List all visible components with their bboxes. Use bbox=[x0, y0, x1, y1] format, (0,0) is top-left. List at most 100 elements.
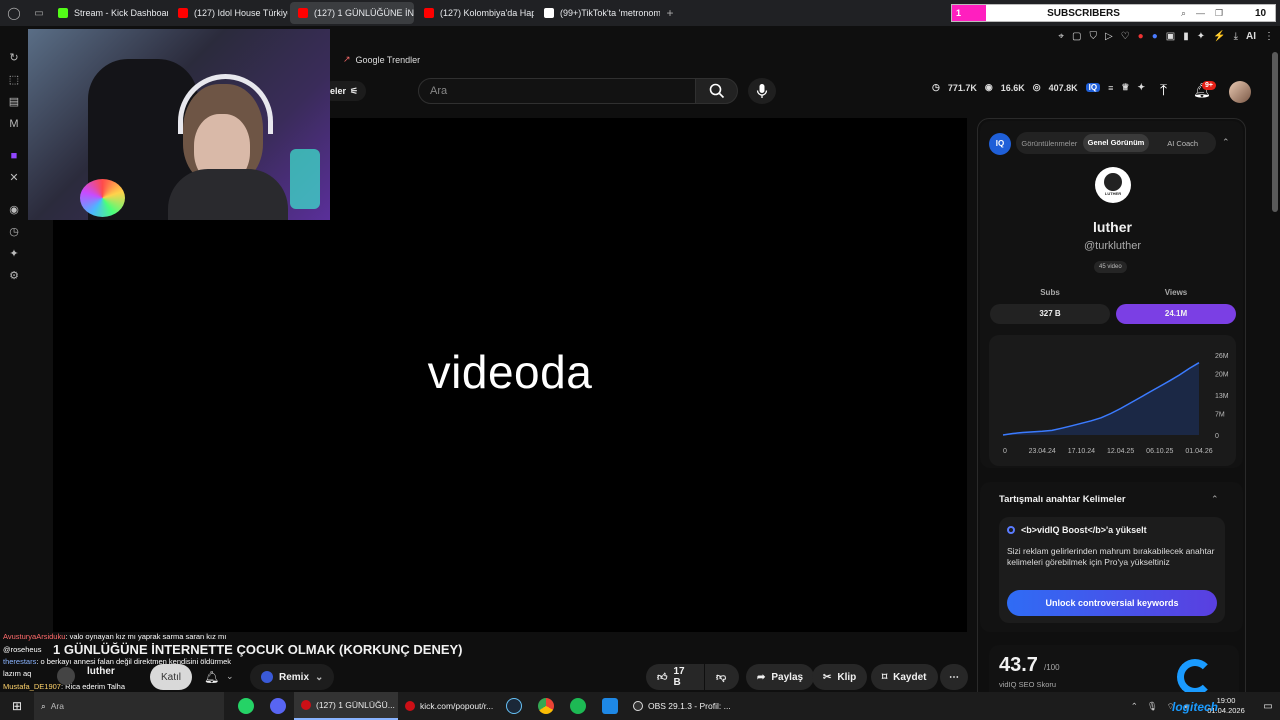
clip-button[interactable]: ✂ Klip bbox=[812, 664, 868, 690]
tab-ai-coach[interactable]: AI Coach bbox=[1149, 139, 1216, 148]
taskbar-search[interactable]: ⌕ Ara bbox=[34, 692, 224, 720]
discord-icon[interactable] bbox=[270, 698, 286, 714]
heart-icon[interactable]: ♡ bbox=[1121, 31, 1130, 42]
vidiq-badge-icon[interactable]: IQ bbox=[1085, 83, 1101, 92]
more-icon[interactable]: ⋮ bbox=[1264, 31, 1274, 42]
tab-overview[interactable]: Genel Görünüm bbox=[1082, 134, 1150, 152]
shield-icon[interactable]: ⛉ bbox=[1090, 31, 1098, 42]
views-toggle[interactable]: 24.1M bbox=[1116, 304, 1236, 324]
like-button[interactable]: 👍︎ 17 B bbox=[646, 664, 704, 690]
browser-tab[interactable]: (127) Idol House Türkiye - bbox=[170, 2, 288, 24]
browser-logo-icon[interactable]: ◯ bbox=[0, 6, 28, 20]
ai-button[interactable]: AI bbox=[1246, 31, 1256, 42]
y-tick-label: 0 bbox=[1215, 433, 1219, 440]
taskbar-item-obs[interactable]: OBS 29.1.3 - Profil: ... bbox=[626, 692, 731, 720]
extensions-icon[interactable]: ✦ bbox=[7, 247, 21, 261]
chevron-down-icon: ⌄ bbox=[315, 671, 324, 683]
remix-button[interactable]: Remix ⌄ bbox=[250, 664, 335, 690]
bookmark-google-trends[interactable]: ↗ Google Trendler bbox=[343, 54, 420, 65]
tab-label: (99+)TikTok'ta 'metronom bbox=[560, 8, 660, 18]
gallery-icon[interactable]: ▤ bbox=[7, 95, 21, 109]
browser-sidebar: ↻ ⬚ ▤ M ■ ✕ ◉ ◷ ✦ ⚙ bbox=[0, 46, 28, 296]
list-icon[interactable]: ≡ bbox=[1108, 83, 1113, 93]
search-input[interactable]: Ara bbox=[418, 78, 696, 104]
spotify-icon[interactable] bbox=[570, 698, 586, 714]
new-tab-button[interactable]: + bbox=[660, 6, 680, 20]
join-button[interactable]: Katıl bbox=[150, 664, 193, 690]
steam-icon[interactable] bbox=[506, 698, 522, 714]
save-button[interactable]: ⌑ Kaydet bbox=[871, 664, 938, 690]
avatar[interactable] bbox=[1229, 81, 1251, 103]
more-actions-button[interactable]: ⋯ bbox=[940, 664, 968, 690]
page-scrollbar[interactable] bbox=[1272, 52, 1278, 212]
chat-message: @roseheus bbox=[3, 645, 41, 654]
video-count-badge: 45 video bbox=[1094, 261, 1127, 273]
upload-icon[interactable]: ⤒ bbox=[1160, 82, 1167, 100]
share-button[interactable]: ➦ Paylaş bbox=[746, 664, 815, 690]
mic-icon[interactable]: 🎙︎ bbox=[1147, 701, 1158, 712]
notifications-icon[interactable]: ▭ bbox=[1256, 701, 1280, 712]
clock-icon[interactable]: ◷ bbox=[7, 225, 21, 239]
play-icon[interactable]: ▷ bbox=[1105, 31, 1113, 42]
unlock-keywords-button[interactable]: Unlock controversial keywords bbox=[1007, 590, 1217, 616]
puzzle-icon[interactable]: ✦ bbox=[1197, 31, 1205, 42]
stat-views-now: 16.6K bbox=[1000, 82, 1025, 93]
chrome-icon[interactable] bbox=[538, 698, 554, 714]
taskbar-item-kick[interactable]: kick.com/popout/r... bbox=[398, 692, 498, 720]
vpn-icon[interactable]: ● bbox=[1152, 31, 1158, 42]
video-overlay-text: videoda bbox=[427, 346, 593, 398]
webcam-overlay bbox=[28, 29, 330, 220]
browser-tab[interactable]: Stream - Kick Dashboard bbox=[50, 2, 168, 24]
tab-overview-icon[interactable]: ▭ bbox=[28, 8, 50, 19]
pin-icon[interactable]: ⌖ bbox=[1058, 31, 1064, 42]
search-button[interactable] bbox=[695, 78, 738, 104]
record-icon[interactable]: ● bbox=[1138, 31, 1144, 42]
tab-views[interactable]: Görüntülenmeler bbox=[1016, 139, 1083, 148]
taskbar-item-opera[interactable]: (127) 1 GÜNLÜĞÜ... bbox=[294, 692, 398, 720]
chat-username: @roseheus bbox=[3, 645, 42, 654]
play-circle-icon[interactable]: ◉ bbox=[7, 203, 21, 217]
x-icon[interactable]: ✕ bbox=[7, 171, 21, 185]
dislike-button[interactable]: 👎︎ bbox=[705, 664, 739, 690]
twitch-icon[interactable]: ■ bbox=[7, 149, 21, 163]
collapse-icon[interactable]: ⌃ bbox=[1222, 137, 1230, 148]
minimize-icon[interactable]: — bbox=[1196, 8, 1205, 18]
crop-icon[interactable]: ▢ bbox=[1072, 31, 1081, 42]
start-menu-icon[interactable]: ⊞ bbox=[0, 692, 34, 720]
browser-tab[interactable]: (127) Kolombiya'da Hapish bbox=[416, 2, 534, 24]
voice-search-button[interactable] bbox=[748, 78, 776, 104]
taskbar-item-label: OBS 29.1.3 - Profil: ... bbox=[648, 701, 731, 711]
stat-total: 407.8K bbox=[1048, 82, 1078, 93]
collapse-icon[interactable]: ⌃ bbox=[1211, 494, 1219, 505]
chevron-up-icon[interactable]: ⌃ bbox=[1131, 701, 1138, 712]
restore-icon[interactable]: ❐ bbox=[1215, 8, 1223, 19]
x-tick-label: 17.10.24 bbox=[1068, 448, 1095, 455]
sparkle-icon[interactable]: ✦ bbox=[1137, 82, 1145, 93]
search-icon[interactable]: ⌕ bbox=[1181, 8, 1186, 19]
mail-icon[interactable]: M bbox=[7, 117, 21, 131]
views-label: Views bbox=[1164, 288, 1188, 297]
chat-message: therestars: o berkayı annesi falan değil… bbox=[3, 657, 231, 666]
channel-avatar[interactable] bbox=[57, 667, 75, 685]
box-icon[interactable]: ⬚ bbox=[7, 73, 21, 87]
clip-label: Klip bbox=[837, 671, 857, 683]
trophy-icon[interactable]: ♕ bbox=[1121, 82, 1129, 93]
settings-icon[interactable]: ⚙ bbox=[7, 269, 21, 283]
bell-icon[interactable]: 🔔︎ bbox=[204, 670, 219, 684]
chevron-down-icon[interactable]: ⌄ bbox=[226, 671, 234, 682]
subs-toggle[interactable]: 327 B bbox=[990, 304, 1110, 324]
whatsapp-icon[interactable] bbox=[238, 698, 254, 714]
app-icon[interactable] bbox=[602, 698, 618, 714]
remix-icon bbox=[261, 671, 273, 683]
download-icon[interactable]: ⤓ bbox=[1234, 31, 1238, 42]
boost-icon bbox=[1007, 526, 1015, 534]
square-icon[interactable]: ▣ bbox=[1166, 31, 1175, 42]
channel-name[interactable]: luther bbox=[87, 666, 115, 677]
browser-tab[interactable]: (127) 1 GÜNLÜĞÜNE İNTE bbox=[290, 2, 414, 24]
history-icon[interactable]: ↻ bbox=[7, 51, 21, 65]
browser-tab[interactable]: (99+)TikTok'ta 'metronom bbox=[536, 2, 660, 24]
subscribers-label: SUBSCRIBERS bbox=[1047, 7, 1120, 19]
bars-icon[interactable]: ▮ bbox=[1183, 31, 1189, 42]
search-icon: ⌕ bbox=[41, 700, 46, 711]
bolt-icon[interactable]: ⚡ bbox=[1213, 31, 1225, 42]
